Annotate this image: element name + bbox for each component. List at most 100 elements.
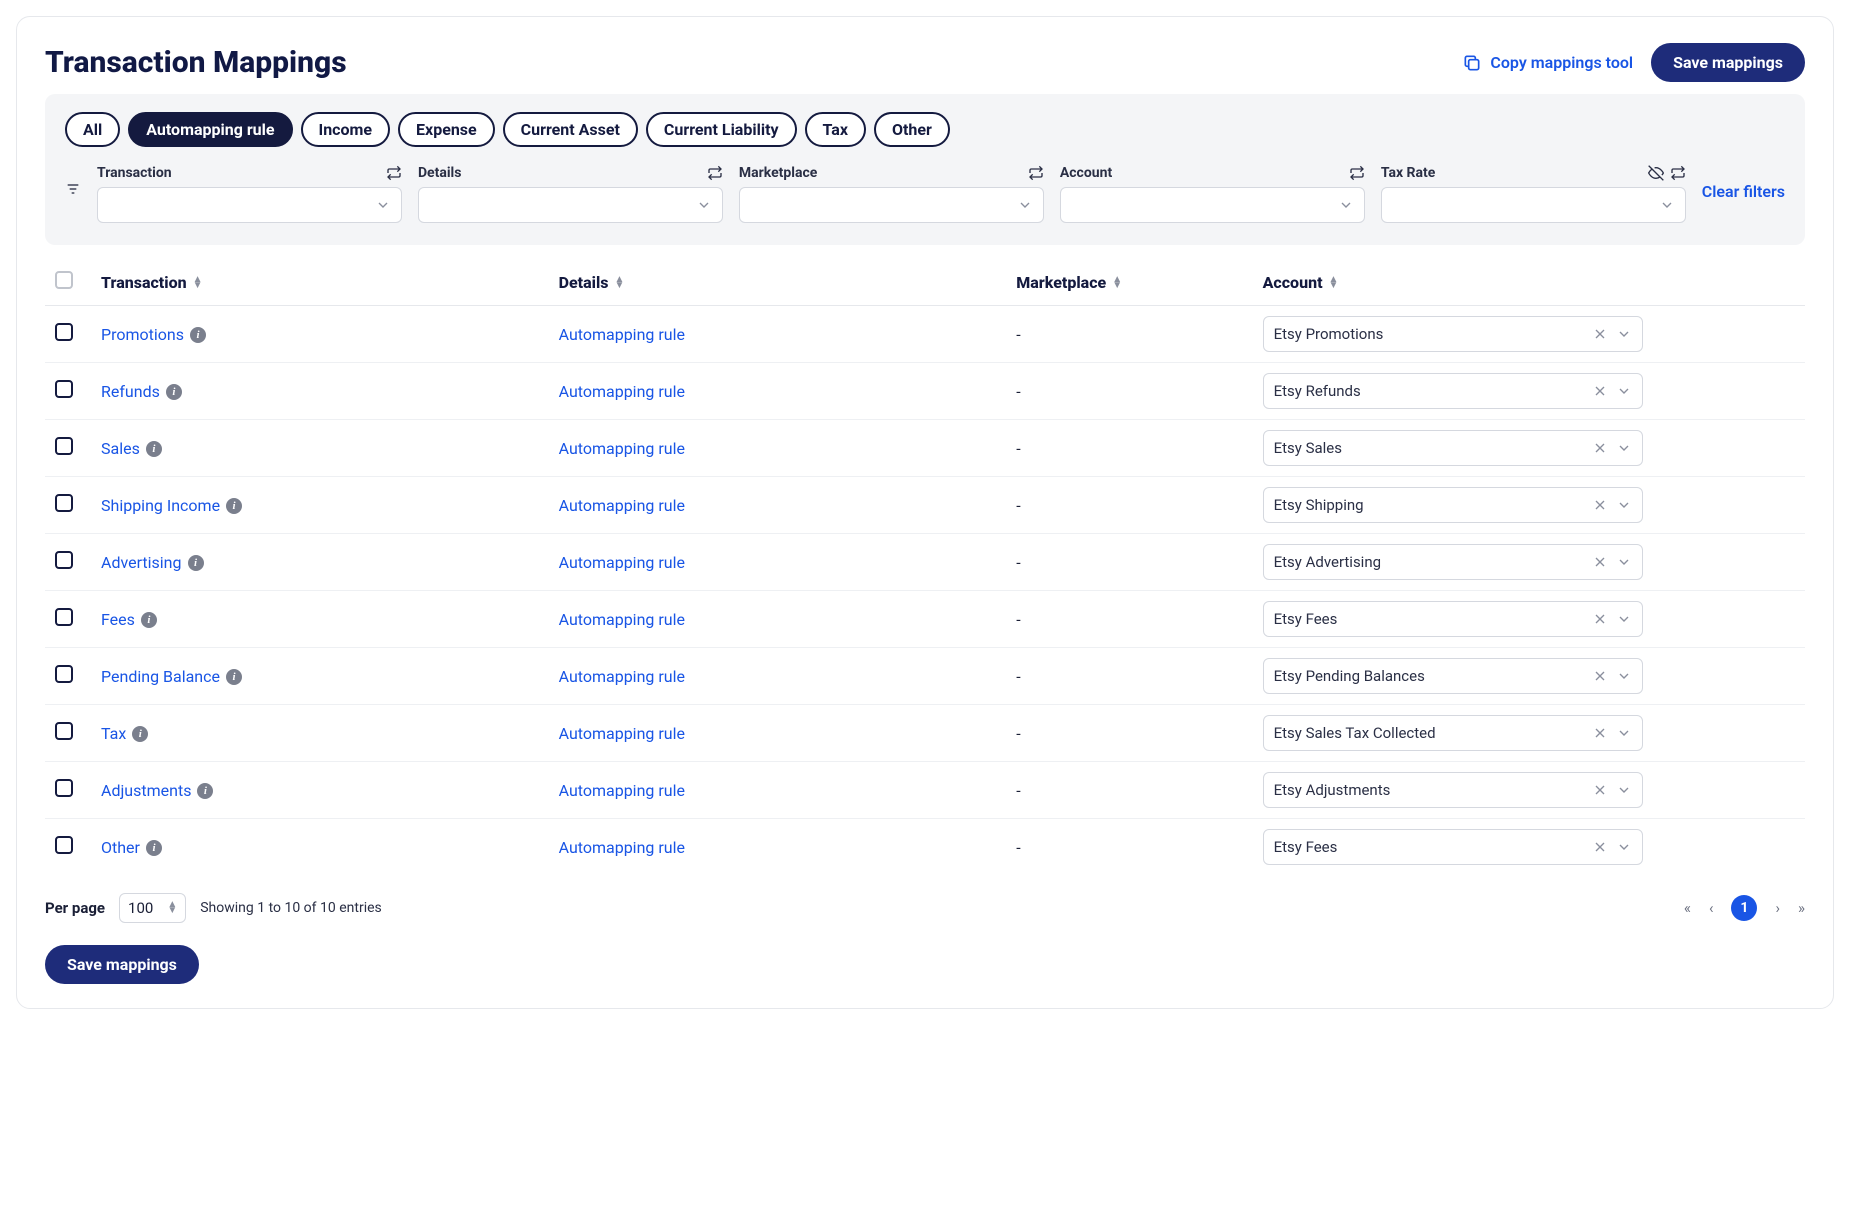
column-header-marketplace[interactable]: Marketplace bbox=[1016, 273, 1106, 292]
filter-pill-expense[interactable]: Expense bbox=[398, 112, 495, 147]
transaction-link[interactable]: Sales bbox=[101, 439, 140, 458]
swap-icon[interactable] bbox=[1028, 165, 1044, 181]
details-link[interactable]: Automapping rule bbox=[559, 496, 685, 515]
info-icon[interactable]: i bbox=[226, 498, 242, 514]
account-select[interactable]: Etsy Fees bbox=[1263, 829, 1643, 865]
clear-icon[interactable] bbox=[1592, 839, 1608, 855]
details-link[interactable]: Automapping rule bbox=[559, 439, 685, 458]
page-first[interactable]: « bbox=[1684, 899, 1691, 917]
filter-label: Account bbox=[1060, 165, 1112, 181]
info-icon[interactable]: i bbox=[141, 612, 157, 628]
clear-icon[interactable] bbox=[1592, 497, 1608, 513]
account-select[interactable]: Etsy Advertising bbox=[1263, 544, 1643, 580]
filter-pill-other[interactable]: Other bbox=[874, 112, 950, 147]
row-checkbox[interactable] bbox=[55, 779, 73, 797]
details-link[interactable]: Automapping rule bbox=[559, 553, 685, 572]
info-icon[interactable]: i bbox=[197, 783, 213, 799]
transaction-link[interactable]: Shipping Income bbox=[101, 496, 220, 515]
row-checkbox[interactable] bbox=[55, 608, 73, 626]
row-checkbox[interactable] bbox=[55, 665, 73, 683]
save-mappings-button-bottom[interactable]: Save mappings bbox=[45, 945, 199, 984]
filter-tax-rate-dropdown[interactable] bbox=[1381, 187, 1686, 223]
per-page-select[interactable]: 100 ▲▼ bbox=[119, 893, 186, 923]
details-link[interactable]: Automapping rule bbox=[559, 667, 685, 686]
filter-account-dropdown[interactable] bbox=[1060, 187, 1365, 223]
clear-icon[interactable] bbox=[1592, 554, 1608, 570]
details-link[interactable]: Automapping rule bbox=[559, 781, 685, 800]
details-link[interactable]: Automapping rule bbox=[559, 724, 685, 743]
filter-icon[interactable] bbox=[65, 181, 81, 201]
clear-icon[interactable] bbox=[1592, 383, 1608, 399]
sort-icon[interactable]: ▲▼ bbox=[1329, 277, 1339, 289]
row-checkbox[interactable] bbox=[55, 323, 73, 341]
row-checkbox[interactable] bbox=[55, 437, 73, 455]
transaction-link[interactable]: Pending Balance bbox=[101, 667, 220, 686]
clear-icon[interactable] bbox=[1592, 668, 1608, 684]
account-select[interactable]: Etsy Fees bbox=[1263, 601, 1643, 637]
filter-pill-tax[interactable]: Tax bbox=[805, 112, 866, 147]
info-icon[interactable]: i bbox=[166, 384, 182, 400]
save-mappings-button-top[interactable]: Save mappings bbox=[1651, 43, 1805, 82]
row-checkbox[interactable] bbox=[55, 722, 73, 740]
account-select[interactable]: Etsy Adjustments bbox=[1263, 772, 1643, 808]
page-next[interactable]: › bbox=[1775, 899, 1780, 917]
column-header-transaction[interactable]: Transaction bbox=[101, 273, 187, 292]
account-select[interactable]: Etsy Refunds bbox=[1263, 373, 1643, 409]
transaction-link[interactable]: Refunds bbox=[101, 382, 160, 401]
page-last[interactable]: » bbox=[1798, 899, 1805, 917]
filter-transaction-dropdown[interactable] bbox=[97, 187, 402, 223]
clear-icon[interactable] bbox=[1592, 725, 1608, 741]
filter-marketplace-dropdown[interactable] bbox=[739, 187, 1044, 223]
account-select[interactable]: Etsy Promotions bbox=[1263, 316, 1643, 352]
sort-icon[interactable]: ▲▼ bbox=[615, 277, 625, 289]
filter-pill-current-liability[interactable]: Current Liability bbox=[646, 112, 797, 147]
filter-details-dropdown[interactable] bbox=[418, 187, 723, 223]
transaction-link[interactable]: Adjustments bbox=[101, 781, 191, 800]
select-all-checkbox[interactable] bbox=[55, 271, 73, 289]
sort-icon[interactable]: ▲▼ bbox=[193, 277, 203, 289]
info-icon[interactable]: i bbox=[188, 555, 204, 571]
details-link[interactable]: Automapping rule bbox=[559, 382, 685, 401]
account-select[interactable]: Etsy Pending Balances bbox=[1263, 658, 1643, 694]
details-link[interactable]: Automapping rule bbox=[559, 610, 685, 629]
transaction-link[interactable]: Fees bbox=[101, 610, 135, 629]
clear-icon[interactable] bbox=[1592, 782, 1608, 798]
page-current[interactable]: 1 bbox=[1731, 895, 1757, 921]
account-select[interactable]: Etsy Sales Tax Collected bbox=[1263, 715, 1643, 751]
filter-pill-automapping-rule[interactable]: Automapping rule bbox=[128, 112, 292, 147]
swap-icon[interactable] bbox=[386, 165, 402, 181]
info-icon[interactable]: i bbox=[146, 441, 162, 457]
row-checkbox[interactable] bbox=[55, 836, 73, 854]
account-select[interactable]: Etsy Sales bbox=[1263, 430, 1643, 466]
eye-off-icon[interactable] bbox=[1648, 165, 1664, 181]
details-link[interactable]: Automapping rule bbox=[559, 838, 685, 857]
filter-pill-all[interactable]: All bbox=[65, 112, 120, 147]
swap-icon[interactable] bbox=[1670, 165, 1686, 181]
transaction-link[interactable]: Advertising bbox=[101, 553, 182, 572]
row-checkbox[interactable] bbox=[55, 494, 73, 512]
filter-pill-income[interactable]: Income bbox=[301, 112, 391, 147]
transaction-link[interactable]: Other bbox=[101, 838, 140, 857]
clear-filters-link[interactable]: Clear filters bbox=[1702, 182, 1785, 201]
clear-icon[interactable] bbox=[1592, 326, 1608, 342]
transaction-link[interactable]: Promotions bbox=[101, 325, 184, 344]
info-icon[interactable]: i bbox=[190, 327, 206, 343]
info-icon[interactable]: i bbox=[146, 840, 162, 856]
row-checkbox[interactable] bbox=[55, 380, 73, 398]
swap-icon[interactable] bbox=[1349, 165, 1365, 181]
sort-icon[interactable]: ▲▼ bbox=[1112, 277, 1122, 289]
transaction-link[interactable]: Tax bbox=[101, 724, 126, 743]
details-link[interactable]: Automapping rule bbox=[559, 325, 685, 344]
page-prev[interactable]: ‹ bbox=[1709, 899, 1714, 917]
column-header-account[interactable]: Account bbox=[1263, 273, 1323, 292]
clear-icon[interactable] bbox=[1592, 611, 1608, 627]
swap-icon[interactable] bbox=[707, 165, 723, 181]
clear-icon[interactable] bbox=[1592, 440, 1608, 456]
copy-mappings-tool-link[interactable]: Copy mappings tool bbox=[1462, 53, 1633, 73]
account-select[interactable]: Etsy Shipping bbox=[1263, 487, 1643, 523]
filter-pill-current-asset[interactable]: Current Asset bbox=[503, 112, 638, 147]
info-icon[interactable]: i bbox=[226, 669, 242, 685]
column-header-details[interactable]: Details bbox=[559, 273, 609, 292]
row-checkbox[interactable] bbox=[55, 551, 73, 569]
info-icon[interactable]: i bbox=[132, 726, 148, 742]
